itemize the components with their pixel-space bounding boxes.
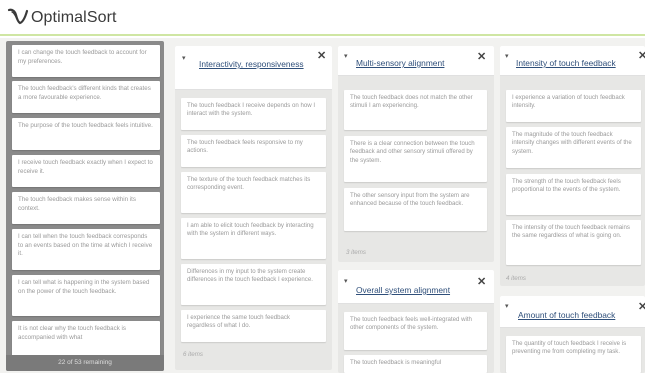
group-title[interactable]: Amount of touch feedback bbox=[518, 309, 640, 321]
group-interactivity-responsiveness[interactable]: ▾ Interactivity, responsiveness ✕ The to… bbox=[175, 46, 332, 370]
group-card[interactable]: Differences in my input to the system cr… bbox=[181, 264, 326, 305]
group-amount-of-touch-feedback[interactable]: ▾ Amount of touch feedback ✕ The quantit… bbox=[500, 296, 645, 373]
unsorted-card[interactable]: I can change the touch feedback to accou… bbox=[12, 45, 160, 77]
close-icon[interactable]: ✕ bbox=[638, 302, 645, 313]
group-header: ▾ Multi-sensory alignment ✕ bbox=[338, 46, 494, 76]
unsorted-card[interactable]: I receive touch feedback exactly when I … bbox=[12, 155, 160, 187]
group-card[interactable]: The touch feedback feels well-integrated… bbox=[344, 312, 487, 350]
group-title[interactable]: Multi-sensory alignment bbox=[356, 57, 474, 69]
group-card[interactable]: There is a clear connection between the … bbox=[344, 136, 487, 182]
group-multi-sensory-alignment[interactable]: ▾ Multi-sensory alignment ✕ The touch fe… bbox=[338, 46, 494, 262]
group-card[interactable]: The quantity of touch feedback I receive… bbox=[506, 336, 641, 373]
remaining-count: 22 of 53 remaining bbox=[6, 355, 164, 371]
group-card[interactable]: The other sensory input from the system … bbox=[344, 188, 487, 231]
group-intensity-of-touch-feedback[interactable]: ▾ Intensity of touch feedback ✕ I experi… bbox=[500, 46, 645, 286]
group-title[interactable]: Overall system alignment bbox=[356, 284, 474, 296]
group-overall-system-alignment[interactable]: ▾ Overall system alignment ✕ The touch f… bbox=[338, 270, 494, 373]
close-icon[interactable]: ✕ bbox=[317, 51, 326, 62]
app-title: OptimalSort bbox=[31, 9, 117, 26]
group-card[interactable]: The touch feedback is meaningful bbox=[344, 355, 487, 373]
group-header: ▾ Amount of touch feedback ✕ bbox=[500, 296, 645, 328]
close-icon[interactable]: ✕ bbox=[477, 277, 486, 288]
group-item-count: 3 items bbox=[346, 249, 366, 256]
group-card[interactable]: The touch feedback feels responsive to m… bbox=[181, 135, 326, 167]
chevron-down-icon[interactable]: ▾ bbox=[344, 52, 348, 60]
chevron-down-icon[interactable]: ▾ bbox=[505, 302, 509, 310]
group-card[interactable]: I am able to elicit touch feedback by in… bbox=[181, 218, 326, 259]
unsorted-card[interactable]: I can tell when the touch feedback corre… bbox=[12, 229, 160, 270]
unsorted-card[interactable]: The purpose of the touch feedback feels … bbox=[12, 118, 160, 150]
group-card[interactable]: The strength of the touch feedback feels… bbox=[506, 174, 641, 215]
unsorted-cards-panel[interactable]: I can change the touch feedback to accou… bbox=[6, 41, 164, 371]
unsorted-card[interactable]: The touch feedback's different kinds tha… bbox=[12, 81, 160, 113]
close-icon[interactable]: ✕ bbox=[477, 52, 486, 63]
group-card[interactable]: The texture of the touch feedback matche… bbox=[181, 172, 326, 213]
group-card[interactable]: The magnitude of the touch feedback inte… bbox=[506, 127, 641, 168]
group-card[interactable]: I experience a variation of touch feedba… bbox=[506, 90, 641, 122]
optimalsort-logo-icon bbox=[7, 8, 29, 25]
group-header: ▾ Intensity of touch feedback ✕ bbox=[500, 46, 645, 76]
group-card[interactable]: The touch feedback does not match the ot… bbox=[344, 90, 487, 130]
group-header: ▾ Overall system alignment ✕ bbox=[338, 270, 494, 304]
group-card[interactable]: I experience the same touch feedback reg… bbox=[181, 310, 326, 342]
group-title[interactable]: Interactivity, responsiveness bbox=[199, 58, 309, 70]
group-item-count: 6 items bbox=[183, 351, 203, 358]
close-icon[interactable]: ✕ bbox=[638, 51, 645, 62]
unsorted-card[interactable]: It is not clear why the touch feedback i… bbox=[12, 321, 160, 357]
sorting-board: I can change the touch feedback to accou… bbox=[0, 38, 645, 373]
chevron-down-icon[interactable]: ▾ bbox=[182, 54, 186, 62]
group-card[interactable]: The touch feedback I receive depends on … bbox=[181, 98, 326, 130]
unsorted-card[interactable]: The touch feedback makes sense within it… bbox=[12, 192, 160, 224]
chevron-down-icon[interactable]: ▾ bbox=[344, 277, 348, 285]
group-item-count: 4 items bbox=[506, 275, 526, 282]
group-title[interactable]: Intensity of touch feedback bbox=[516, 57, 641, 69]
unsorted-card[interactable]: I can tell what is happening in the syst… bbox=[12, 275, 160, 316]
group-card[interactable]: The intensity of the touch feedback rema… bbox=[506, 220, 641, 265]
group-header: ▾ Interactivity, responsiveness ✕ bbox=[175, 46, 332, 90]
app-header: OptimalSort bbox=[0, 0, 645, 36]
chevron-down-icon[interactable]: ▾ bbox=[505, 52, 509, 60]
